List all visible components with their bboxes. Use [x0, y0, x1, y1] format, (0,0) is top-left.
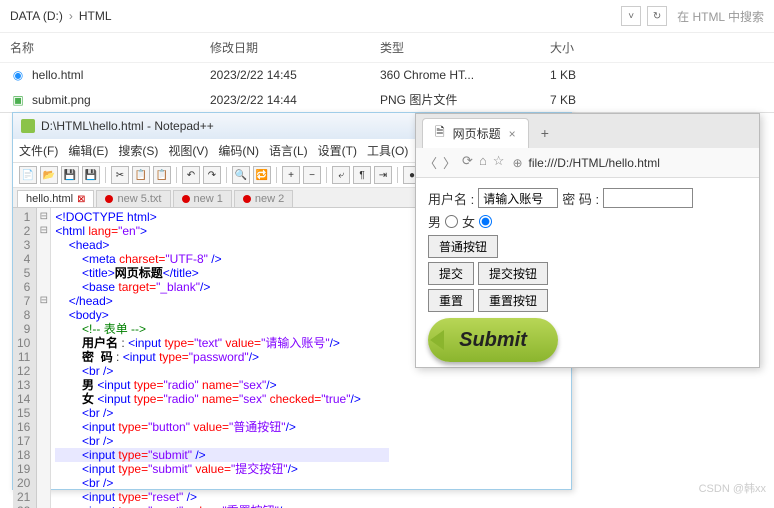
- header-size[interactable]: 大小: [550, 39, 630, 56]
- wordwrap-icon[interactable]: ⤶: [332, 166, 350, 184]
- menu-tools[interactable]: 工具(O): [367, 142, 408, 159]
- submit-default-button[interactable]: 提交: [428, 262, 474, 285]
- password-label: 密 码 :: [562, 189, 599, 208]
- file-row[interactable]: ◉ hello.html 2023/2/22 14:45 360 Chrome H…: [0, 63, 774, 87]
- copy-icon[interactable]: 📋: [132, 166, 150, 184]
- female-radio[interactable]: [479, 215, 492, 228]
- file-date: 2023/2/22 14:45: [210, 68, 380, 82]
- submit-button[interactable]: 提交按钮: [478, 262, 548, 285]
- reset-button[interactable]: 重置按钮: [478, 289, 548, 312]
- tab-label: new 2: [255, 193, 284, 205]
- male-radio[interactable]: [445, 215, 458, 228]
- replace-icon[interactable]: 🔁: [253, 166, 271, 184]
- menu-file[interactable]: 文件(F): [19, 142, 58, 159]
- breadcrumb-segment[interactable]: DATA (D:): [10, 9, 63, 23]
- fold-gutter: ⊟⊟⊟: [37, 208, 51, 508]
- html-file-icon: ◉: [10, 67, 26, 83]
- image-submit-button[interactable]: Submit: [428, 318, 558, 362]
- file-name: hello.html: [32, 68, 83, 82]
- save-icon[interactable]: 💾: [61, 166, 79, 184]
- breadcrumb-segment[interactable]: HTML: [79, 9, 112, 23]
- show-symbols-icon[interactable]: ¶: [353, 166, 371, 184]
- tab-label: new 1: [194, 193, 223, 205]
- menu-search[interactable]: 搜索(S): [118, 142, 158, 159]
- image-file-icon: ▣: [10, 92, 26, 108]
- site-info-icon[interactable]: ⊕: [512, 156, 522, 170]
- normal-button[interactable]: 普通按钮: [428, 235, 498, 258]
- breadcrumb: DATA (D:) › HTML ˅ ↻ 在 HTML 中搜索: [0, 0, 774, 33]
- file-explorer: DATA (D:) › HTML ˅ ↻ 在 HTML 中搜索 名称 修改日期 …: [0, 0, 774, 113]
- file-size: 1 KB: [550, 68, 630, 82]
- redo-icon[interactable]: ↷: [203, 166, 221, 184]
- female-label: 女: [462, 212, 475, 231]
- close-tab-icon[interactable]: ×: [509, 127, 516, 141]
- url-text[interactable]: file:///D:/HTML/hello.html: [529, 156, 660, 170]
- open-file-icon[interactable]: 📂: [40, 166, 58, 184]
- file-type: 360 Chrome HT...: [380, 68, 550, 82]
- rendered-page: 用户名 : 密 码 : 男 女 普通按钮 提交 提交按钮 重置 重置按钮 Sub…: [416, 178, 759, 372]
- tab-label: new 5.txt: [117, 193, 161, 205]
- zoom-out-icon[interactable]: −: [303, 166, 321, 184]
- cut-icon[interactable]: ✂: [111, 166, 129, 184]
- file-size: 7 KB: [550, 93, 630, 107]
- file-type: PNG 图片文件: [380, 91, 550, 108]
- app-icon: [21, 119, 35, 133]
- browser-tabs: 🗎 网页标题 × +: [416, 114, 759, 148]
- column-headers: 名称 修改日期 类型 大小: [0, 33, 774, 63]
- header-date[interactable]: 修改日期: [210, 39, 380, 56]
- unsaved-dot-icon: [182, 195, 190, 203]
- menu-settings[interactable]: 设置(T): [318, 142, 357, 159]
- dropdown-button[interactable]: ˅: [621, 6, 641, 26]
- username-label: 用户名 :: [428, 189, 474, 208]
- close-tab-icon[interactable]: ⊠: [77, 194, 85, 205]
- menu-language[interactable]: 语言(L): [269, 142, 308, 159]
- browser-window: 🗎 网页标题 × + 〈 〉 ⟳ ⌂ ☆ ⊕ file:///D:/HTML/h…: [415, 113, 760, 368]
- new-file-icon[interactable]: 📄: [19, 166, 37, 184]
- watermark: CSDN @韩xx: [699, 480, 766, 496]
- chevron-right-icon: ›: [69, 9, 73, 23]
- unsaved-dot-icon: [105, 195, 113, 203]
- menu-encoding[interactable]: 编码(N): [218, 142, 259, 159]
- password-input[interactable]: [603, 188, 693, 208]
- indent-icon[interactable]: ⇥: [374, 166, 392, 184]
- save-all-icon[interactable]: 💾: [82, 166, 100, 184]
- search-input[interactable]: 在 HTML 中搜索: [673, 8, 764, 25]
- reset-default-button[interactable]: 重置: [428, 289, 474, 312]
- header-type[interactable]: 类型: [380, 39, 550, 56]
- file-name: submit.png: [32, 93, 91, 107]
- back-button[interactable]: 〈: [424, 153, 437, 172]
- forward-button[interactable]: 〉: [443, 153, 456, 172]
- undo-icon[interactable]: ↶: [182, 166, 200, 184]
- address-bar: 〈 〉 ⟳ ⌂ ☆ ⊕ file:///D:/HTML/hello.html: [416, 148, 759, 178]
- tab-new1[interactable]: new 1: [173, 190, 232, 207]
- username-input[interactable]: [478, 188, 558, 208]
- tab-new5[interactable]: new 5.txt: [96, 190, 170, 207]
- line-numbers: 1234567891011121314151617181920212223242…: [13, 208, 37, 508]
- file-date: 2023/2/22 14:44: [210, 93, 380, 107]
- new-tab-button[interactable]: +: [533, 121, 557, 145]
- tab-new2[interactable]: new 2: [234, 190, 293, 207]
- home-button[interactable]: ⌂: [479, 153, 487, 172]
- menu-view[interactable]: 视图(V): [168, 142, 208, 159]
- paste-icon[interactable]: 📋: [153, 166, 171, 184]
- find-icon[interactable]: 🔍: [232, 166, 250, 184]
- reload-button[interactable]: ⟳: [462, 153, 473, 172]
- file-row[interactable]: ▣ submit.png 2023/2/22 14:44 PNG 图片文件 7 K…: [0, 87, 774, 112]
- window-title: D:\HTML\hello.html - Notepad++: [41, 119, 214, 133]
- refresh-button[interactable]: ↻: [647, 6, 667, 26]
- star-button[interactable]: ☆: [493, 153, 505, 172]
- tab-label: hello.html: [26, 193, 73, 205]
- browser-tab[interactable]: 🗎 网页标题 ×: [422, 118, 529, 148]
- menu-edit[interactable]: 编辑(E): [68, 142, 108, 159]
- zoom-in-icon[interactable]: +: [282, 166, 300, 184]
- header-name[interactable]: 名称: [10, 39, 210, 56]
- unsaved-dot-icon: [243, 195, 251, 203]
- source-code[interactable]: <!DOCTYPE html><html lang="en"> <head> <…: [51, 208, 392, 508]
- page-icon: 🗎: [435, 123, 445, 144]
- tab-hello-html[interactable]: hello.html ⊠: [17, 190, 94, 207]
- tab-title: 网页标题: [453, 125, 501, 142]
- male-label: 男: [428, 212, 441, 231]
